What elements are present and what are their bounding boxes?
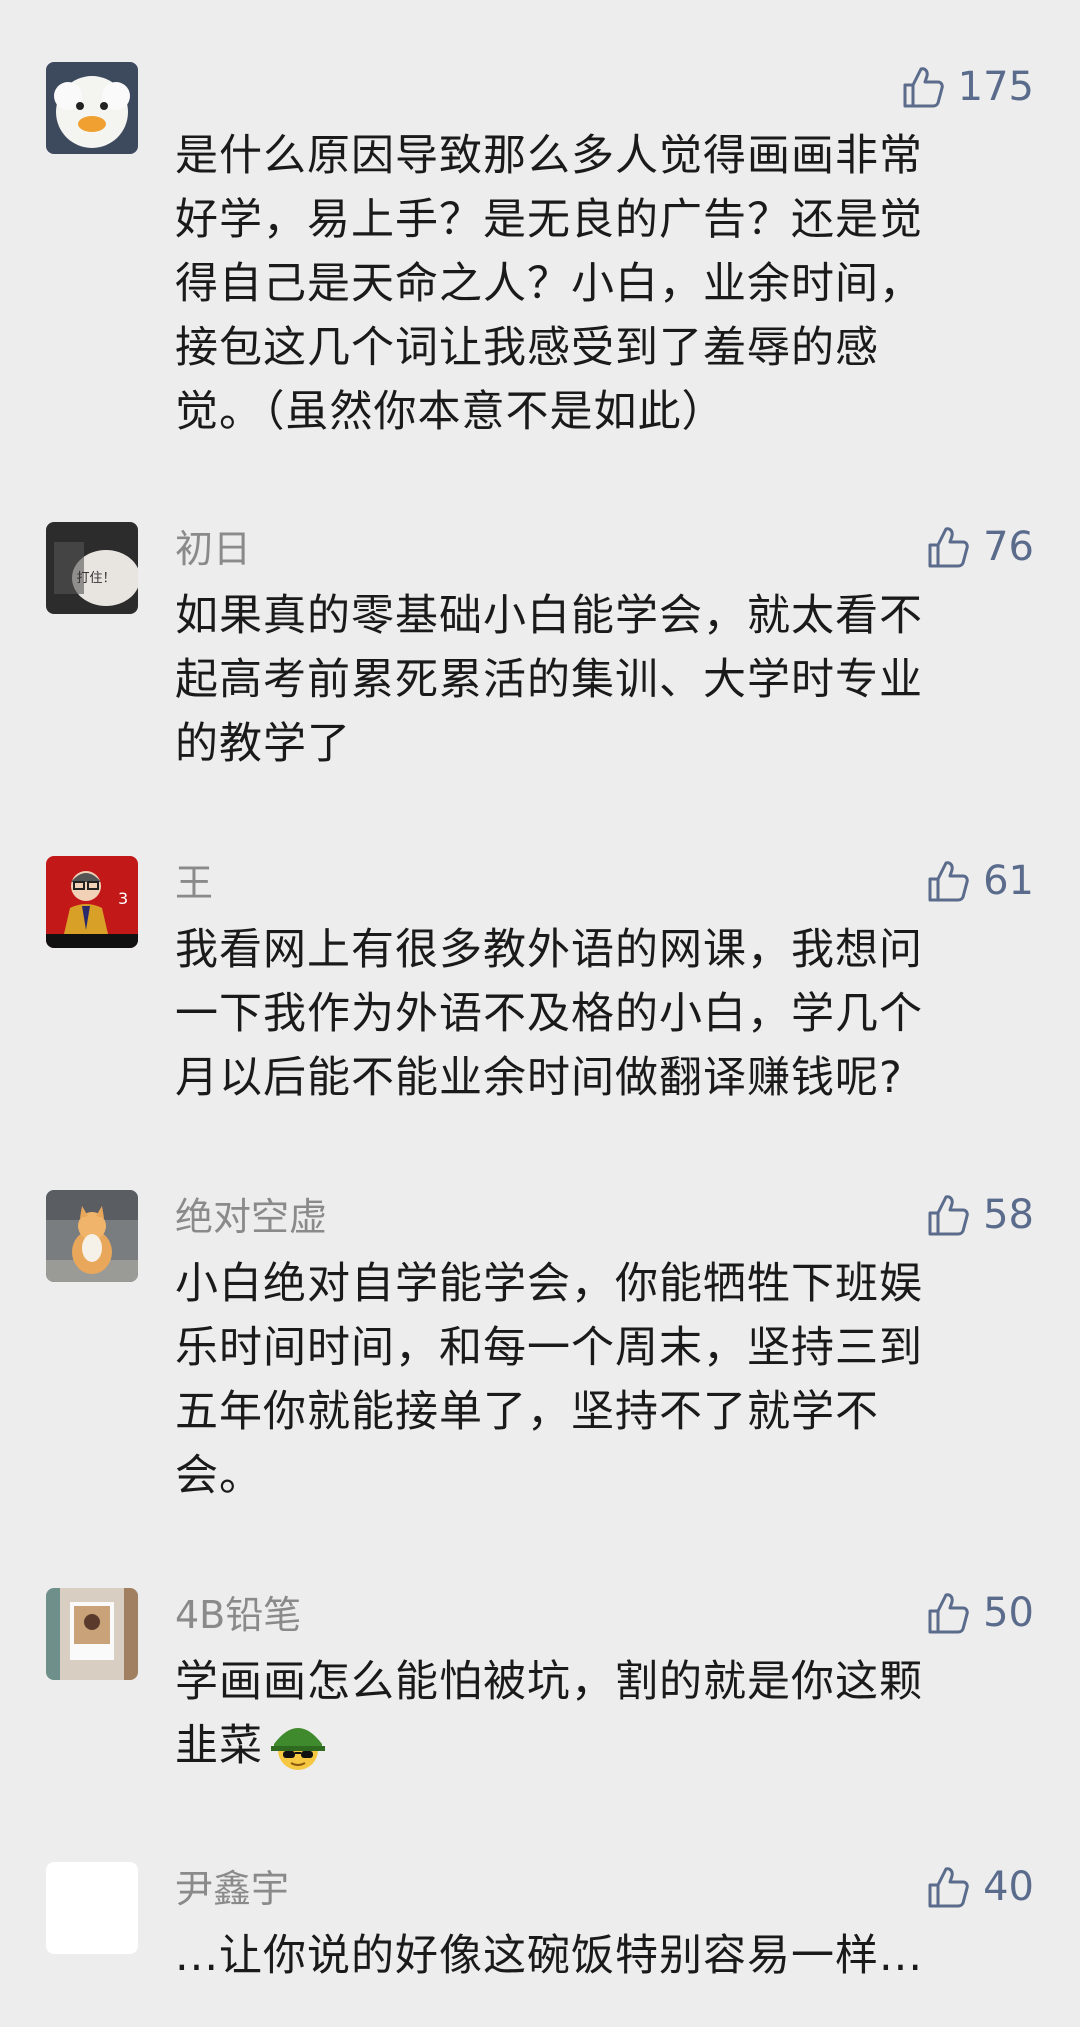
thumbs-up-icon [927, 1193, 969, 1237]
comment-text: 小白绝对自学能学会，你能牺牲下班娱 乐时间时间，和每一个周末，坚持三到 五年你就… [175, 1259, 923, 1501]
avatar[interactable] [46, 1588, 138, 1680]
comment-text: 学画画怎么能怕被坑，割的就是你这颗 韭菜 [175, 1650, 1015, 1790]
comment-text: 我看网上有很多教外语的网课，我想问 一下我作为外语不及格的小白，学几个 月以后能… [175, 925, 923, 1103]
username[interactable]: 绝对空虚 [175, 1194, 327, 1240]
like-button[interactable]: 76 [927, 522, 1034, 572]
hand-stop-avatar: 打住！ [46, 522, 138, 614]
comment-list: 175 是什么原因导致那么多人觉得画画非常 好学，易上手？是无良的广告？还是觉 … [0, 0, 1080, 2027]
thumbs-up-icon [927, 1865, 969, 1909]
like-count: 76 [983, 524, 1034, 570]
avatar-caption: 3 [118, 889, 128, 908]
username[interactable]: 初日 [175, 526, 251, 572]
comment-text: 如果真的零基础小白能学会，就太看不 起高考前累死累活的集训、大学时专业 的教学了 [175, 591, 923, 769]
thumbs-up-icon [927, 1591, 969, 1635]
username[interactable]: 4B铅笔 [175, 1592, 301, 1638]
avatar[interactable]: 打住！ [46, 522, 138, 614]
avatar[interactable] [46, 1862, 138, 1954]
avatar[interactable] [46, 62, 138, 154]
orange-cat-avatar [46, 1190, 138, 1282]
thumbs-up-icon [927, 859, 969, 903]
like-count: 58 [983, 1192, 1034, 1238]
like-button[interactable]: 175 [902, 62, 1034, 112]
thumbs-up-icon [927, 525, 969, 569]
like-count: 40 [983, 1864, 1034, 1910]
avatar[interactable]: 3 [46, 856, 138, 948]
like-count: 61 [983, 858, 1034, 904]
comment-text: ...让你说的好像这碗饭特别容易一样... [175, 1931, 924, 1981]
username[interactable]: 尹鑫宇 [175, 1866, 289, 1912]
like-button[interactable]: 40 [927, 1862, 1034, 1912]
username[interactable]: 王 [175, 860, 213, 906]
avatar-caption: 打住！ [76, 571, 115, 586]
green-helmet-sunglasses-emoji-icon [269, 1718, 327, 1790]
fluffy-chick-avatar [46, 62, 138, 154]
avatar[interactable] [46, 1190, 138, 1282]
like-button[interactable]: 58 [927, 1190, 1034, 1240]
comment-text: 是什么原因导致那么多人觉得画画非常 好学，易上手？是无良的广告？还是觉 得自己是… [175, 131, 923, 437]
cartoon-man-avatar: 3 [46, 856, 138, 948]
like-count: 175 [957, 64, 1034, 110]
like-count: 50 [983, 1590, 1034, 1636]
like-button[interactable]: 61 [927, 856, 1034, 906]
polaroid-photo-avatar [46, 1588, 138, 1680]
like-button[interactable]: 50 [927, 1588, 1034, 1638]
blank-avatar [46, 1862, 138, 1954]
thumbs-up-icon [902, 65, 944, 109]
